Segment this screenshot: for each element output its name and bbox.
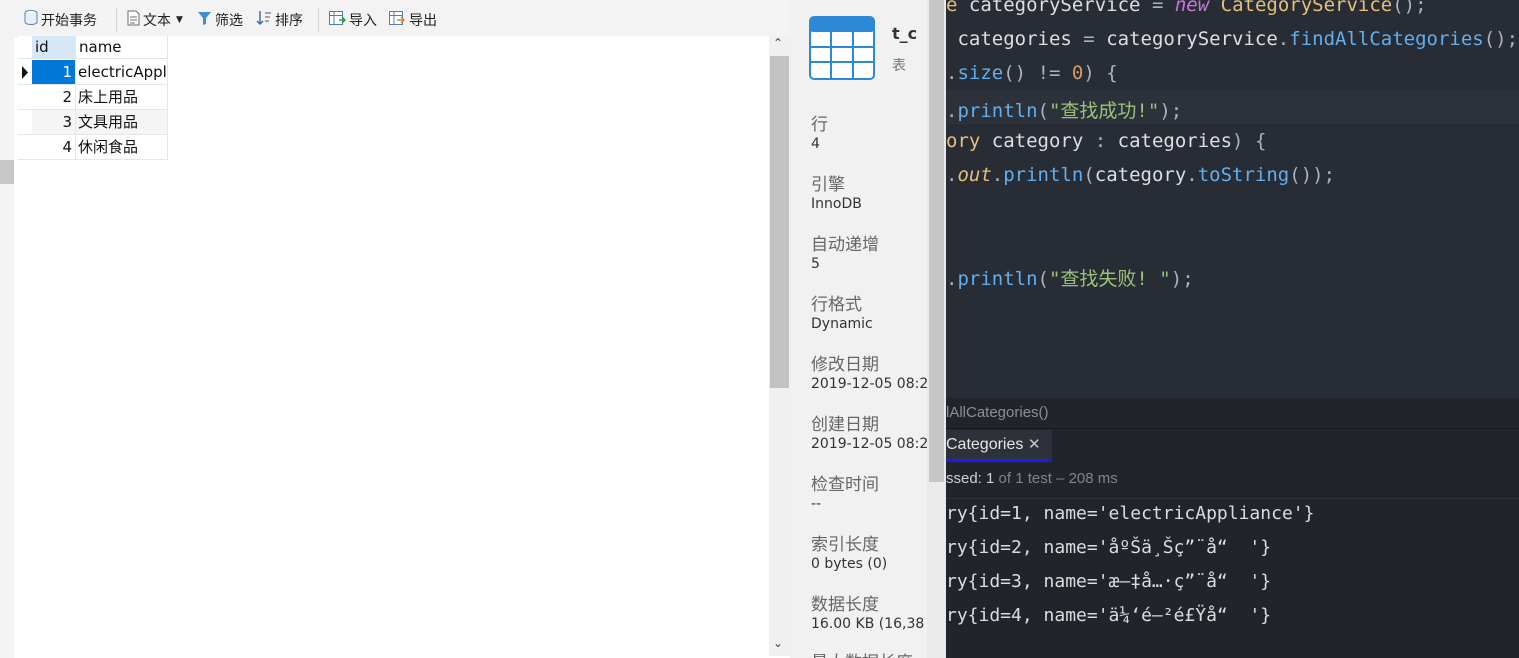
test-method-label: lAllCategories() [946, 404, 1049, 421]
info-label-engine: 引擎 [811, 175, 845, 195]
import-label: 导入 [349, 13, 377, 29]
pane-splitter-handle[interactable] [0, 160, 14, 184]
toolbar-divider [116, 8, 117, 32]
toolbar-divider [318, 8, 319, 32]
scrollbar-thumb[interactable] [770, 56, 789, 388]
info-value-check-time: -- [811, 496, 822, 512]
begin-transaction-label: 开始事务 [41, 13, 97, 29]
info-value-data-length: 16.00 KB (16,38 [811, 616, 925, 632]
filter-button[interactable]: 筛选 [197, 10, 243, 30]
code-editor[interactable]: e categoryService = new CategoryService(… [946, 0, 1519, 398]
table-cell-name[interactable]: 床上用品 [76, 85, 168, 110]
document-icon [127, 10, 140, 30]
grid-toolbar: 开始事务 文本 ▼ 筛选 排序 导入 导出 [0, 0, 790, 38]
filter-label: 筛选 [215, 13, 243, 29]
close-icon[interactable]: ✕ [1028, 435, 1041, 453]
row-pointer-icon[interactable] [18, 60, 32, 85]
code-line: .out.println(category.toString()); [946, 164, 1336, 186]
active-tab-underline [946, 459, 1052, 462]
object-info-panel: t_c 表 行 4 引擎 InnoDB 自动递增 5 行格式 Dynamic 修… [790, 0, 927, 658]
row-header[interactable] [18, 85, 32, 110]
scrollbar-thumb[interactable] [929, 0, 944, 482]
info-label-index-length: 索引长度 [811, 535, 879, 555]
info-label-created-date: 创建日期 [811, 415, 879, 435]
info-value-rows: 4 [811, 136, 820, 152]
console-output-line: ry{id=1, name='electricAppliance'} [946, 503, 1315, 524]
text-button[interactable]: 文本 ▼ [127, 10, 183, 30]
row-header[interactable] [18, 135, 32, 160]
info-label-max-data-length: 最大数据长度 [811, 648, 913, 658]
info-label-modified-date: 修改日期 [811, 355, 879, 375]
test-tab[interactable]: Categories ✕ [946, 430, 1052, 462]
table-cell-name[interactable]: electricAppl [76, 60, 168, 85]
sort-icon [256, 10, 272, 30]
panel-divider [946, 428, 1519, 429]
object-type: 表 [892, 58, 906, 74]
caret-down-icon: ▼ [176, 15, 183, 25]
export-label: 导出 [409, 13, 437, 29]
code-line: categories = categoryService.findAllCate… [957, 28, 1519, 50]
console-output-line: ry{id=3, name='æ–‡å…·ç”¨å“ '} [946, 571, 1272, 592]
import-icon [329, 10, 347, 30]
data-grid: id name 1 electricAppl 2 床上用品 3 文具用品 4 休… [18, 36, 770, 656]
info-label-auto-increment: 自动递增 [811, 235, 879, 255]
object-name: t_c [892, 24, 918, 43]
table-cell-id[interactable]: 2 [32, 85, 76, 110]
transaction-icon [24, 10, 38, 30]
code-line: ory category : categories) { [946, 130, 1267, 152]
column-header-id[interactable]: id [32, 36, 76, 59]
info-value-created-date: 2019-12-05 08:2 [811, 436, 927, 452]
test-tab-label: Categories [946, 436, 1024, 453]
test-run-panel: lAllCategories() Categories ✕ ssed: 1 of… [946, 398, 1519, 658]
scroll-down-icon[interactable]: ⌄ [773, 636, 783, 650]
info-value-engine: InnoDB [811, 196, 862, 212]
table-large-icon [809, 16, 875, 84]
begin-transaction-button[interactable]: 开始事务 [24, 10, 97, 30]
console-output-line: ry{id=2, name='åºŠä¸Šç”¨å“ '} [946, 537, 1272, 558]
import-button[interactable]: 导入 [329, 10, 377, 30]
info-value-index-length: 0 bytes (0) [811, 556, 888, 572]
sort-label: 排序 [275, 13, 303, 29]
table-cell-id[interactable]: 3 [32, 110, 76, 135]
code-line: .println("查找失败! "); [946, 268, 1194, 290]
filter-icon [197, 11, 212, 30]
info-panel-scrollbar[interactable] [927, 0, 946, 658]
test-status-passed: ssed: 1 [946, 470, 995, 487]
code-line: .size() != 0) { [946, 62, 1118, 84]
text-label: 文本 [143, 13, 171, 29]
test-status: ssed: 1 of 1 test – 208 ms [946, 470, 1118, 487]
info-value-row-format: Dynamic [811, 316, 873, 332]
grid-corner [18, 36, 32, 59]
code-line: e categoryService = new CategoryService(… [946, 0, 1427, 16]
info-label-data-length: 数据长度 [811, 595, 879, 615]
table-cell-id[interactable]: 4 [32, 135, 76, 160]
column-header-name[interactable]: name [76, 36, 168, 59]
table-cell-name[interactable]: 文具用品 [76, 110, 168, 135]
panel-divider [946, 498, 1519, 499]
info-value-auto-increment: 5 [811, 256, 820, 272]
export-button[interactable]: 导出 [389, 10, 437, 30]
info-label-rows: 行 [811, 115, 828, 135]
left-pane-strip [0, 38, 14, 658]
info-label-row-format: 行格式 [811, 295, 862, 315]
export-icon [389, 10, 406, 30]
scroll-up-icon[interactable]: ⌃ [773, 36, 783, 50]
info-value-modified-date: 2019-12-05 08:2 [811, 376, 927, 392]
info-label-check-time: 检查时间 [811, 475, 879, 495]
test-status-detail: of 1 test – 208 ms [994, 470, 1118, 487]
grid-vertical-scrollbar[interactable]: ⌃ ⌄ [769, 36, 790, 656]
console-output-line: ry{id=4, name='ä¼‘é—²é£Ÿå“ '} [946, 605, 1272, 626]
code-line: .println("查找成功!"); [946, 100, 1183, 122]
row-header[interactable] [18, 110, 32, 135]
table-cell-name[interactable]: 休闲食品 [76, 135, 168, 160]
table-cell-id[interactable]: 1 [32, 60, 76, 85]
sort-button[interactable]: 排序 [256, 10, 303, 30]
